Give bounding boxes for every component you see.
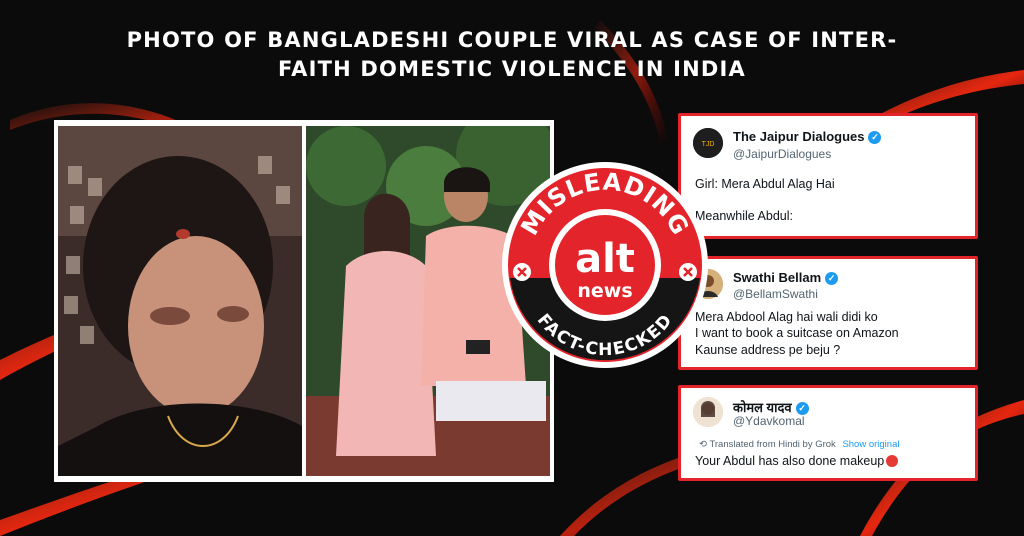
verified-icon: ✓ [825, 272, 839, 285]
translation-note: ⟲ Translated from Hindi by Grok Show ori… [699, 439, 899, 450]
tweet-author[interactable]: Swathi Bellam ✓ [733, 270, 839, 285]
avatar [693, 397, 723, 427]
tweet-text-line: Kaunse address pe beju ? [695, 343, 841, 357]
avatar: TJD [693, 128, 723, 158]
tweet-card[interactable]: Swathi Bellam ✓ @BellamSwathi Mera Abdool… [678, 256, 978, 370]
tweet-text-line: Mera Abdool Alag hai wali didi ko [695, 310, 878, 324]
misleading-badge: MISLEADING FACT-CHECKED alt news [502, 162, 708, 368]
tweet-text-line: Girl: Mera Abdul Alag Hai [695, 177, 835, 191]
translate-icon: ⟲ [699, 439, 707, 450]
headline-line-2: FAITH DOMESTIC VIOLENCE IN INDIA [278, 57, 746, 81]
cross-icon [513, 263, 531, 281]
cross-icon [679, 263, 697, 281]
tweet-text-line: Your Abdul has also done makeup [695, 454, 899, 468]
photo-collage [54, 120, 554, 482]
tweet-handle[interactable]: @JaipurDialogues [733, 147, 831, 161]
tweet-text-line: I want to book a suitcase on Amazon [695, 326, 899, 340]
svg-text:TJD: TJD [702, 141, 715, 148]
headline-line-1: PHOTO OF BANGLADESHI COUPLE VIRAL AS CAS… [126, 28, 898, 52]
tweet-author-name[interactable]: The Jaipur Dialogues [733, 129, 864, 144]
tweet-card[interactable]: TJD The Jaipur Dialogues ✓ @JaipurDialogu… [678, 113, 978, 239]
alt-news-logo-alt: alt [575, 236, 635, 282]
tweet-handle[interactable]: @Ydavkomal [733, 414, 805, 428]
tweet-author[interactable]: The Jaipur Dialogues ✓ [733, 129, 882, 144]
headline: PHOTO OF BANGLADESHI COUPLE VIRAL AS CAS… [60, 26, 964, 84]
verified-icon: ✓ [868, 131, 882, 144]
tweet-handle[interactable]: @BellamSwathi [733, 287, 818, 301]
show-original-link[interactable]: Show original [842, 439, 899, 450]
angry-face-emoji-icon [886, 455, 899, 467]
tweet-author-name[interactable]: कोमल यादव [733, 400, 792, 415]
injured-woman-photo [58, 126, 302, 476]
translation-label: Translated from Hindi by Grok [709, 439, 836, 450]
tweet-card[interactable]: कोमल यादव ✓ @Ydavkomal ⟲ Translated from … [678, 385, 978, 481]
tweet-text: Your Abdul has also done makeup [695, 454, 885, 468]
tweet-author-name[interactable]: Swathi Bellam [733, 270, 821, 285]
alt-news-logo-news: news [577, 280, 632, 302]
